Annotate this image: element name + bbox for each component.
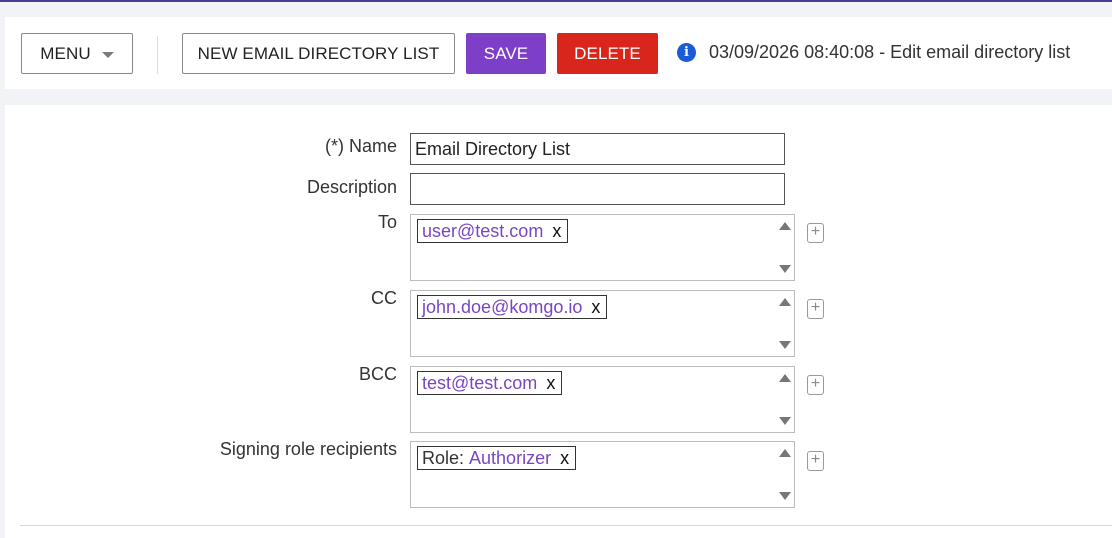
role-tag: Role: Authorizer x: [417, 446, 577, 470]
scroll-up-icon[interactable]: [779, 449, 791, 457]
recipient-tag: test@test.com x: [417, 371, 563, 395]
role-tag-prefix: Role:: [422, 447, 465, 468]
info-icon: i: [677, 43, 696, 62]
status-message: 03/09/2026 08:40:08 - Edit email directo…: [709, 42, 1071, 62]
remove-tag-button[interactable]: x: [552, 221, 561, 242]
add-signing-role-button[interactable]: +: [807, 451, 824, 471]
recipient-tag: john.doe@komgo.io x: [417, 295, 608, 319]
menu-button[interactable]: MENU: [21, 33, 133, 74]
name-label: (*) Name: [324, 136, 397, 156]
cc-recipients-box[interactable]: john.doe@komgo.io x: [410, 290, 795, 357]
tag-value: test@test.com: [422, 372, 538, 393]
form-panel: (*) Name Description To user@test.com x …: [5, 105, 1112, 538]
new-email-directory-list-button[interactable]: NEW EMAIL DIRECTORY LIST: [182, 33, 455, 74]
cc-label: CC: [371, 288, 397, 308]
menu-button-label: MENU: [40, 43, 91, 63]
signing-role-recipients-box[interactable]: Role: Authorizer x: [410, 441, 795, 508]
remove-tag-button[interactable]: x: [546, 373, 555, 394]
recipient-tag: user@test.com x: [417, 219, 569, 243]
scroll-up-icon[interactable]: [779, 374, 791, 382]
description-label: Description: [306, 177, 397, 197]
tag-value: john.doe@komgo.io: [422, 296, 583, 317]
scroll-up-icon[interactable]: [779, 222, 791, 230]
toolbar-divider: [157, 36, 158, 74]
delete-button[interactable]: DELETE: [557, 33, 658, 74]
section-divider: [20, 525, 1112, 526]
scroll-up-icon[interactable]: [779, 298, 791, 306]
to-label: To: [377, 212, 397, 232]
top-accent-line: [0, 0, 1112, 2]
add-to-button[interactable]: +: [807, 223, 824, 243]
tag-value: user@test.com: [422, 220, 544, 241]
name-input[interactable]: [410, 133, 785, 165]
tag-value: Authorizer: [469, 447, 552, 468]
scroll-down-icon[interactable]: [779, 341, 791, 349]
bcc-label: BCC: [358, 364, 397, 384]
add-bcc-button[interactable]: +: [807, 375, 824, 395]
scroll-down-icon[interactable]: [779, 417, 791, 425]
add-cc-button[interactable]: +: [807, 299, 824, 319]
toolbar: MENU NEW EMAIL DIRECTORY LIST SAVE DELET…: [5, 17, 1112, 89]
save-button[interactable]: SAVE: [466, 33, 546, 74]
remove-tag-button[interactable]: x: [560, 448, 569, 469]
signing-role-recipients-label: Signing role recipients: [219, 439, 397, 459]
remove-tag-button[interactable]: x: [591, 297, 600, 318]
description-input[interactable]: [410, 173, 785, 205]
scroll-down-icon[interactable]: [779, 492, 791, 500]
bcc-recipients-box[interactable]: test@test.com x: [410, 366, 795, 433]
chevron-down-icon: [101, 51, 114, 58]
scroll-down-icon[interactable]: [779, 265, 791, 273]
to-recipients-box[interactable]: user@test.com x: [410, 214, 795, 281]
